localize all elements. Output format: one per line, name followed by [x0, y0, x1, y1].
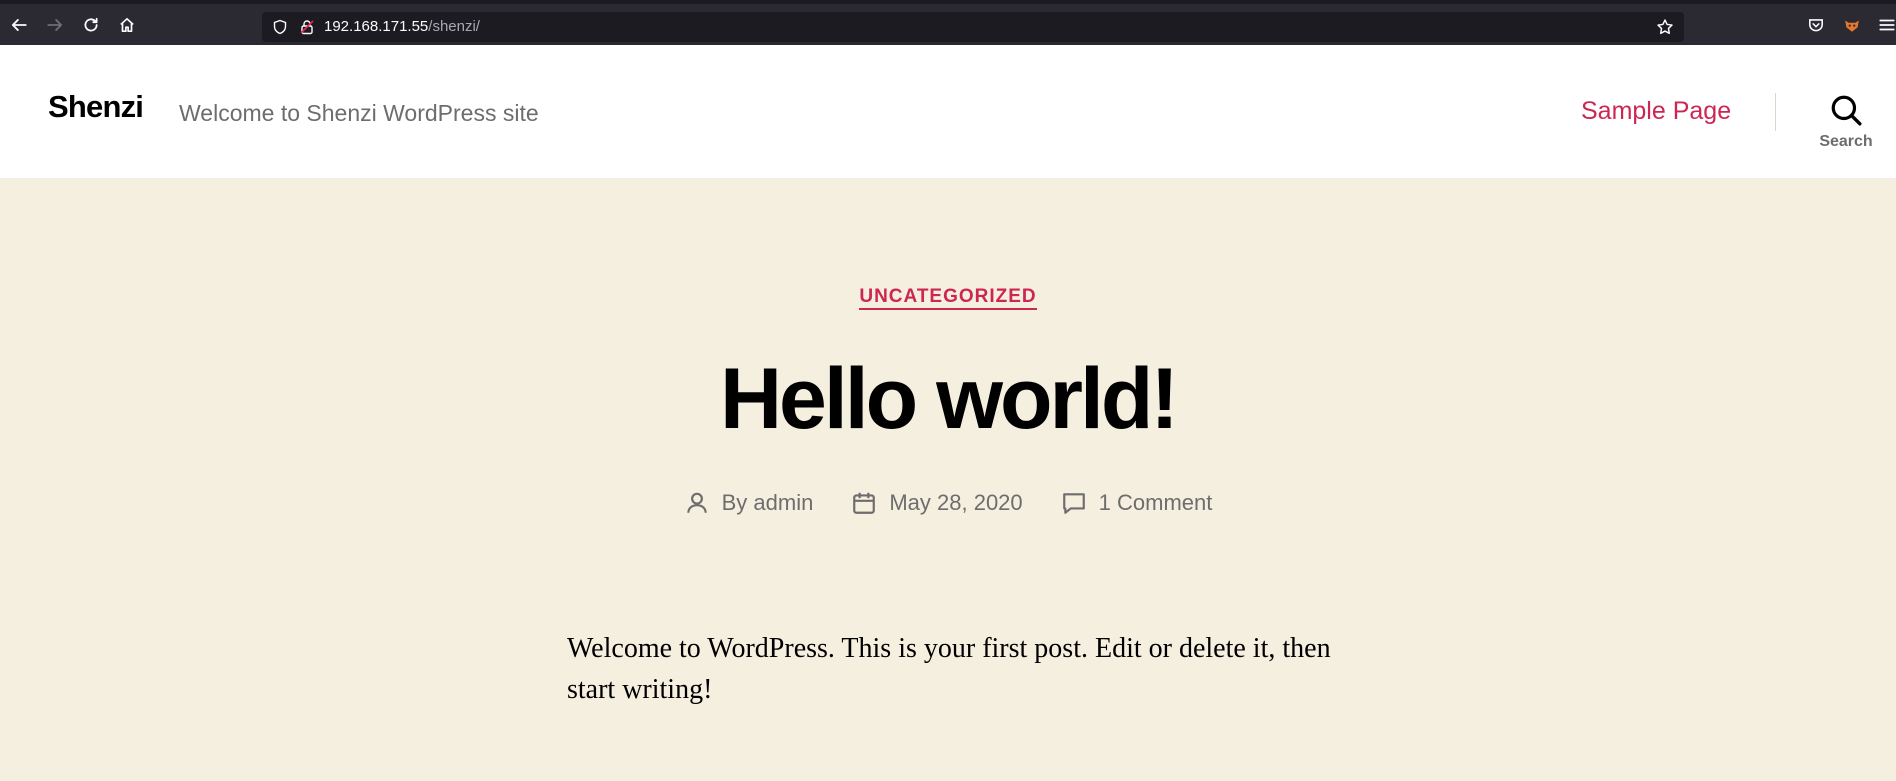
calendar-icon: [853, 492, 876, 514]
back-button[interactable]: [8, 14, 30, 36]
arrow-right-icon: [47, 19, 63, 31]
post-title[interactable]: Hello world!: [0, 356, 1896, 442]
site-header: Shenzi Welcome to Shenzi WordPress site …: [0, 45, 1896, 178]
fox-extension-icon: [1845, 20, 1859, 32]
url-bar[interactable]: 192.168.171.55/shenzi/: [262, 12, 1684, 42]
pocket-button[interactable]: [1805, 14, 1827, 36]
lock-insecure-icon[interactable]: [299, 19, 315, 35]
reload-button[interactable]: [80, 14, 102, 36]
post-category: UNCATEGORIZED: [0, 286, 1896, 310]
url-path: /shenzi/: [428, 18, 480, 35]
browser-toolbar: 192.168.171.55/shenzi/: [0, 0, 1896, 45]
url-host: 192.168.171.55: [324, 18, 429, 35]
user-icon: [686, 492, 707, 513]
url-text[interactable]: 192.168.171.55/shenzi/: [324, 18, 480, 35]
category-link[interactable]: UNCATEGORIZED: [859, 286, 1037, 310]
nav-sample-page-link[interactable]: Sample Page: [1581, 97, 1731, 126]
search-toggle-button[interactable]: Search: [1810, 93, 1882, 163]
search-icon: [1831, 95, 1862, 126]
home-button[interactable]: [116, 14, 138, 36]
forward-button[interactable]: [44, 14, 66, 36]
comment-icon: [1062, 493, 1085, 514]
extension-button[interactable]: [1841, 14, 1863, 36]
menu-button[interactable]: [1876, 14, 1896, 36]
comments-link[interactable]: 1 Comment: [1099, 490, 1213, 516]
site-title[interactable]: Shenzi: [48, 89, 144, 125]
header-divider: [1775, 93, 1776, 131]
post-comments: 1 Comment: [1061, 490, 1213, 516]
post-date: May 28, 2020: [851, 490, 1023, 516]
shield-icon[interactable]: [272, 19, 288, 35]
author-prefix: By: [721, 490, 754, 515]
post-hero: UNCATEGORIZED Hello world! By admin May …: [0, 178, 1896, 781]
date-link[interactable]: May 28, 2020: [889, 490, 1022, 516]
post-content: Welcome to WordPress. This is your first…: [567, 633, 1331, 705]
hamburger-menu-icon: [1879, 19, 1895, 31]
arrow-left-icon: [11, 19, 27, 31]
home-icon: [120, 17, 134, 33]
author-text: By admin: [722, 490, 814, 516]
reload-icon: [84, 17, 98, 32]
pocket-icon: [1809, 19, 1823, 32]
site-description: Welcome to Shenzi WordPress site: [179, 100, 539, 126]
post-meta: By admin May 28, 2020 1 Comment: [0, 490, 1896, 516]
post-author: By admin: [684, 490, 814, 516]
search-label: Search: [1819, 133, 1873, 150]
bookmark-star-icon[interactable]: [1656, 18, 1674, 36]
author-link[interactable]: admin: [753, 490, 813, 515]
